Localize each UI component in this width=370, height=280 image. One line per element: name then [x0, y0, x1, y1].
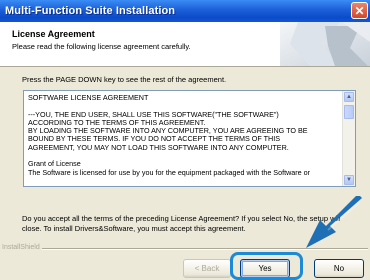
scroll-thumb[interactable] — [344, 105, 354, 119]
installer-window: Multi-Function Suite Installation ✕ Lice… — [0, 0, 370, 280]
scroll-up-icon[interactable]: ▲ — [344, 92, 354, 102]
close-button[interactable]: ✕ — [351, 2, 368, 19]
window-title: Multi-Function Suite Installation — [5, 5, 176, 17]
title-bar[interactable]: Multi-Function Suite Installation ✕ — [0, 0, 370, 22]
installshield-label: InstallShield — [2, 244, 42, 251]
header-title: License Agreement — [12, 29, 95, 39]
yes-highlight-frame — [230, 252, 303, 280]
license-text-box[interactable]: SOFTWARE LICENSE AGREEMENT ---YOU, THE E… — [23, 90, 356, 187]
instruction-text: Press the PAGE DOWN key to see the rest … — [22, 75, 227, 84]
no-button[interactable]: No — [314, 259, 364, 278]
license-text: SOFTWARE LICENSE AGREEMENT ---YOU, THE E… — [28, 94, 311, 177]
scroll-down-icon[interactable]: ▼ — [344, 175, 354, 185]
header-subtitle: Please read the following license agreem… — [12, 42, 191, 51]
dialog-header: License Agreement Please read the follow… — [0, 22, 370, 67]
header-logo-icon — [280, 22, 370, 66]
pointer-arrow-icon — [306, 196, 362, 248]
vertical-scrollbar[interactable]: ▲ ▼ — [342, 91, 355, 186]
back-button[interactable]: < Back — [183, 259, 231, 278]
